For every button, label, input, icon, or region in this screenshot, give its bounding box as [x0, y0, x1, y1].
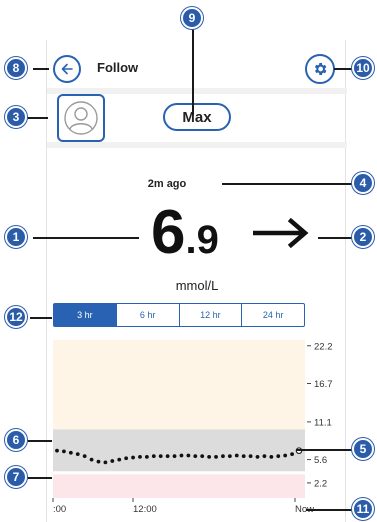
callout-badge: 1	[5, 226, 27, 248]
glucose-reading-integer: 6	[151, 198, 186, 267]
divider	[47, 142, 347, 148]
data-point	[221, 454, 225, 459]
callout-badge: 8	[5, 57, 27, 79]
callout-line	[192, 27, 194, 115]
callout-line	[296, 449, 356, 451]
callout-line	[33, 237, 139, 239]
page-title: Follow	[97, 60, 139, 75]
callout-badge: 4	[352, 172, 374, 194]
data-point	[207, 454, 212, 459]
data-point	[165, 454, 170, 459]
time-range-tabs: 3 hr 6 hr 12 hr 24 hr	[53, 303, 305, 327]
profile-row: Max	[47, 94, 347, 144]
data-point	[234, 453, 239, 458]
data-point	[290, 452, 294, 457]
callout-badge: 7	[5, 466, 27, 488]
glucose-chart: 22.216.711.15.62.2:00 12:00 Now	[52, 339, 333, 515]
data-point	[283, 453, 288, 458]
data-point	[96, 459, 101, 464]
callout-badge: 2	[352, 226, 374, 248]
y-axis-tick-label: 16.7	[314, 379, 333, 390]
callout-badge: 9	[181, 7, 203, 29]
data-point	[214, 454, 218, 459]
callout-badge: 3	[5, 106, 27, 128]
x-axis-tick-label: 12:00	[133, 504, 157, 515]
y-axis-tick-label: 22.2	[314, 341, 333, 352]
data-point	[269, 454, 274, 459]
y-axis-tick-label: 11.1	[314, 417, 332, 428]
y-axis-tick-label: 5.6	[314, 455, 327, 466]
header: Follow	[47, 48, 347, 92]
data-point	[103, 460, 108, 465]
avatar-icon	[64, 101, 98, 135]
data-point	[68, 450, 73, 455]
callout-line	[306, 509, 356, 511]
glucose-reading-decimal: .9	[185, 218, 219, 262]
data-point	[255, 454, 260, 459]
data-point	[262, 454, 267, 459]
low-zone	[53, 474, 305, 498]
data-point	[117, 457, 122, 462]
callout-badge: 12	[5, 306, 27, 328]
data-point	[172, 454, 177, 459]
y-axis-tick-label: 2.2	[314, 478, 327, 489]
data-point	[179, 453, 184, 458]
data-point	[131, 455, 135, 460]
data-point	[75, 452, 80, 457]
data-point	[241, 454, 246, 459]
target-range-zone	[53, 429, 305, 472]
callout-line	[24, 440, 52, 442]
callout-line	[33, 68, 49, 70]
data-point	[110, 459, 115, 463]
callout-badge: 10	[352, 57, 374, 79]
data-point	[193, 454, 198, 459]
callout-line	[24, 477, 52, 479]
data-point	[186, 453, 191, 458]
callout-badge: 11	[352, 498, 374, 520]
data-point	[276, 454, 281, 459]
back-button[interactable]	[53, 55, 81, 83]
tab-24hr[interactable]: 24 hr	[242, 304, 304, 326]
callout-line	[222, 183, 356, 185]
profile-name[interactable]: Max	[163, 103, 231, 131]
back-arrow-icon	[61, 63, 73, 75]
tab-3hr[interactable]: 3 hr	[54, 304, 117, 326]
callout-line	[30, 317, 52, 319]
data-point	[62, 449, 66, 454]
right-arrow-icon	[253, 218, 309, 248]
data-point	[158, 454, 163, 459]
callout-badge: 6	[5, 429, 27, 451]
glucose-unit: mmol/L	[175, 278, 219, 293]
callout-badge: 5	[352, 438, 374, 460]
x-axis-tick-label: :00	[53, 504, 66, 515]
data-point	[89, 457, 94, 462]
data-point	[82, 454, 87, 459]
tab-6hr[interactable]: 6 hr	[117, 304, 180, 326]
glucose-reading: 6.9	[151, 202, 219, 264]
data-point	[124, 456, 129, 461]
data-point	[200, 454, 205, 459]
avatar-button[interactable]	[57, 94, 105, 142]
data-point	[227, 454, 232, 459]
high-zone	[53, 339, 305, 430]
data-point	[144, 454, 149, 459]
callout-line	[318, 237, 356, 239]
gear-icon	[314, 63, 327, 75]
data-point	[151, 454, 156, 459]
data-point	[138, 454, 142, 459]
data-point	[55, 448, 59, 453]
tab-12hr[interactable]: 12 hr	[180, 304, 243, 326]
settings-button[interactable]	[305, 54, 335, 84]
callout-line	[24, 117, 48, 119]
data-point	[248, 454, 253, 459]
